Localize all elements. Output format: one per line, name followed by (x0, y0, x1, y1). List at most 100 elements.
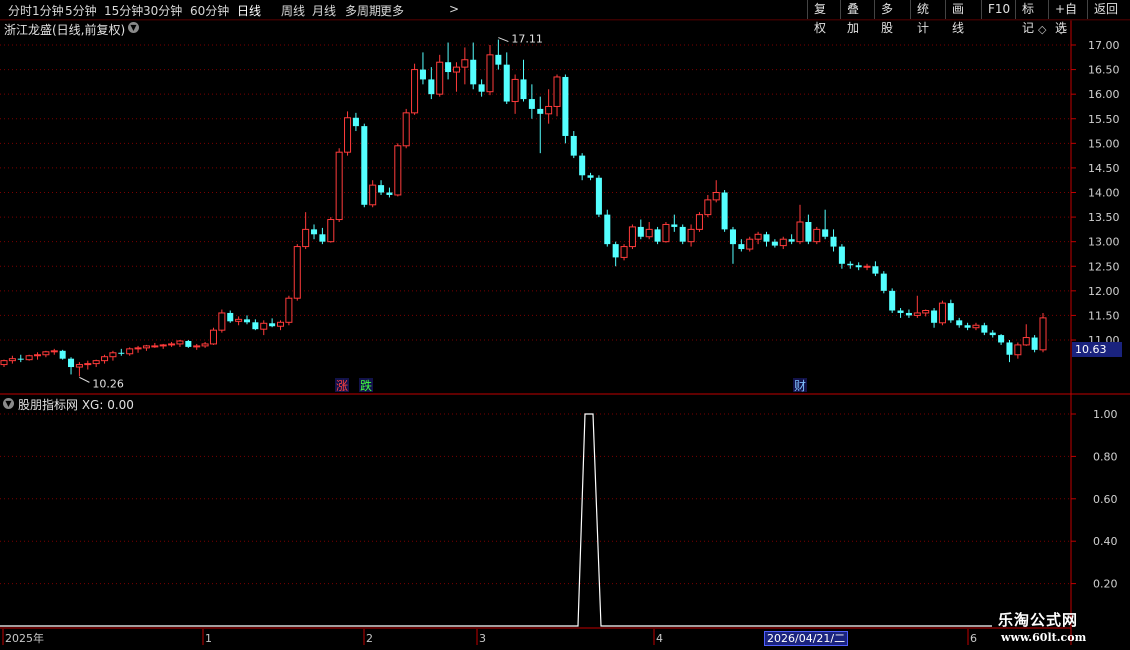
candle-body-down (470, 59, 477, 85)
candle-body-down (989, 332, 996, 336)
candle-body-down (579, 155, 586, 176)
price-tick-label: 12.00 (1088, 285, 1120, 298)
candle-body-down (654, 229, 661, 242)
watermark-logo-text: 乐淘公式网 (998, 611, 1079, 629)
stock-title: 浙江龙盛(日线,前复权) (4, 23, 126, 37)
candle-body-up (394, 145, 402, 196)
price-tick-label: 15.00 (1088, 137, 1120, 150)
candle-body-up (260, 322, 268, 330)
candle-body-down (17, 358, 24, 360)
event-marker-0: 涨 (336, 378, 348, 393)
candle-body-down (771, 241, 778, 246)
chevron-down-icon[interactable]: ▼ (128, 22, 139, 33)
candle-body-down (905, 312, 912, 316)
candle-body-down (830, 236, 837, 247)
period-tab-9[interactable]: 多周期 (345, 2, 381, 19)
toolbar-button-8[interactable]: 返回 (1087, 0, 1130, 19)
price-tick-label: 11.50 (1088, 309, 1120, 322)
candle-body-up (193, 345, 201, 348)
toolbar-button-3[interactable]: 统计 (910, 0, 945, 35)
candle-body-down (185, 340, 192, 347)
candle-body-up (327, 219, 335, 243)
candle-body-down (637, 226, 644, 237)
candle-body-up (0, 360, 8, 366)
price-tick-label: 12.50 (1088, 260, 1120, 273)
candle-body-up (201, 343, 209, 347)
candle-body-down (931, 310, 938, 323)
candle-body-up (452, 66, 460, 73)
candle-body-up (938, 302, 946, 324)
candle-body-up (302, 228, 310, 248)
price-tick-label: 16.00 (1088, 88, 1120, 101)
toolbar-button-1[interactable]: 叠加 (840, 0, 874, 35)
candle-body-down (679, 226, 686, 242)
event-marker-2: 财 (794, 379, 806, 393)
candle-body-up (796, 221, 804, 243)
candle-body-down (419, 69, 426, 80)
candle-body-up (695, 214, 703, 230)
candle-body-down (998, 335, 1005, 343)
period-tab-5[interactable]: 60分钟 (190, 2, 229, 19)
candle-body-up (235, 318, 243, 322)
candle-body-down (612, 244, 619, 258)
candle-body-up (436, 61, 444, 95)
candle-body-up (75, 364, 83, 368)
toolbar-button-7[interactable]: +自选 (1048, 0, 1087, 35)
candle-body-up (50, 350, 58, 353)
period-tab-3[interactable]: 15分钟 (104, 2, 143, 19)
more-arrow-icon[interactable]: > (449, 2, 459, 16)
candle-body-down (495, 54, 502, 65)
period-tab-8[interactable]: 月线 (312, 2, 336, 19)
candle-body-down (587, 175, 594, 178)
indicator-chevron-down-icon[interactable]: ▼ (3, 398, 14, 409)
period-tab-0[interactable]: 分时 (8, 2, 32, 19)
candle-body-up (553, 76, 561, 107)
event-marker-1: 跌 (360, 378, 372, 393)
toolbar-button-6[interactable]: 标记 (1015, 0, 1048, 35)
candle-body-up (913, 312, 921, 316)
period-tab-7[interactable]: 周线 (281, 2, 305, 19)
candle-body-down (528, 99, 535, 109)
candle-body-down (378, 185, 385, 193)
candle-body-up (176, 340, 184, 345)
candle-body-up (134, 347, 142, 350)
toolbar-button-5[interactable]: F10 (981, 0, 1015, 19)
candle-body-down (855, 265, 862, 268)
period-tab-10[interactable]: 更多 (380, 2, 404, 19)
candle-body-down (595, 177, 602, 215)
candle-body-down (269, 323, 276, 327)
candle-body-down (361, 126, 368, 205)
candle-body-up (645, 228, 653, 238)
indicator-tick-label: 1.00 (1093, 408, 1118, 421)
candle-body-up (369, 184, 377, 206)
period-tab-1[interactable]: 1分钟 (32, 2, 64, 19)
marker-bg (335, 378, 349, 392)
candle-body-up (662, 223, 670, 243)
candle-body-down (805, 222, 812, 242)
toolbar-button-2[interactable]: 多股 (874, 0, 910, 35)
toolbar-button-0[interactable]: 复权 (807, 0, 840, 35)
candle-body-down (570, 135, 577, 156)
candle-body-up (402, 112, 410, 147)
period-tab-2[interactable]: 5分钟 (65, 2, 97, 19)
candle-body-up (712, 192, 720, 201)
candle-body-up (1039, 317, 1047, 351)
candle-body-down (1006, 342, 1013, 355)
candle-body-up (25, 355, 33, 361)
candle-body-up (84, 363, 92, 366)
toolbar-button-4[interactable]: 画线 (945, 0, 981, 35)
candle-body-up (511, 78, 519, 103)
price-tick-label: 13.00 (1088, 236, 1120, 249)
candle-body-up (168, 343, 176, 346)
candle-body-down (956, 320, 963, 326)
candle-body-down (671, 224, 678, 227)
kline-chart[interactable]: 17.00 16.50 16.00 15.50 15.00 14.50 14.00 13.50… (0, 0, 1130, 650)
period-tab-4[interactable]: 30分钟 (143, 2, 182, 19)
candle-body-down (243, 319, 251, 323)
candle-body-up (1022, 337, 1030, 346)
candle-body-down (822, 229, 829, 237)
candle-body-up (746, 238, 754, 250)
candle-body-down (729, 229, 736, 245)
period-tab-6[interactable]: 日线 (237, 2, 261, 19)
diamond-icon: ◇ (1038, 23, 1047, 36)
